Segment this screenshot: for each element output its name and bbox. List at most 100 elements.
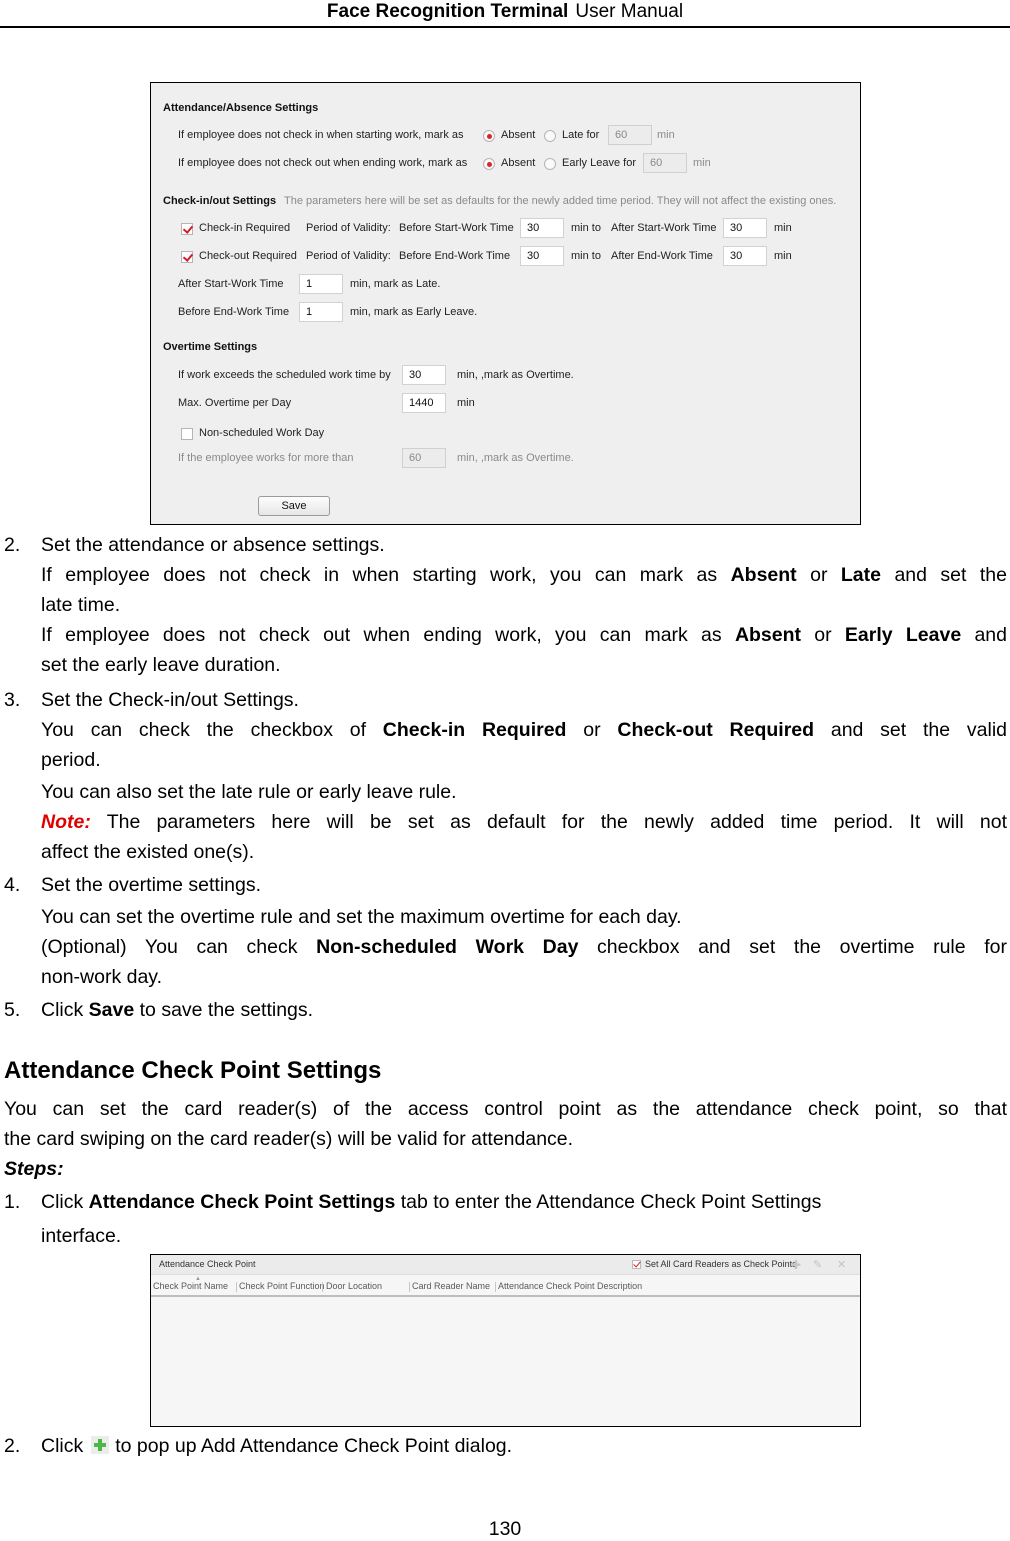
text-run: and set the [881,564,1007,586]
table-body [151,1299,860,1426]
check-out-validity-label: Period of Validity: [306,250,391,262]
before-start-work-label: Before Start-Work Time [399,222,514,234]
checkinout-hint: The parameters here will be set as defau… [284,195,837,207]
check-out-required-label: Check-out Required [199,250,297,262]
check-in-absent-label: Absent [501,129,536,141]
late-for-minutes-input[interactable]: 60 [608,125,652,145]
step-3-para-1: You can check the checkbox of Check-in R… [41,718,1007,742]
set-all-card-readers-label: Set All Card Readers as Check Points [645,1259,797,1269]
check-in-required-bold: Check-in Required [382,719,567,741]
s2-number: 2. [4,1435,21,1457]
before-end-work-input[interactable]: 30 [520,246,564,266]
check-out-early-leave-radio[interactable] [544,158,556,170]
text-run: and set the valid [814,719,1007,741]
step-4-para-2: (Optional) You can check Non-scheduled W… [41,935,1007,959]
column-separator[interactable] [322,1282,323,1292]
step-3-title: Set the Check-in/out Settings. [41,689,299,711]
absent-bold: Absent [730,564,797,586]
text-run: Click [41,999,89,1021]
early-rule-input[interactable]: 1 [299,302,343,322]
check-out-to-label: min to [571,250,601,262]
column-separator[interactable] [236,1282,237,1292]
after-start-work-label: After Start-Work Time [611,222,717,234]
max-overtime-input[interactable]: 1440 [402,393,446,413]
note-label: Note: [41,811,91,833]
text-run: If employee does not check out when endi… [41,624,735,646]
set-all-card-readers-checkbox[interactable] [632,1260,641,1269]
after-end-work-label: After End-Work Time [611,250,713,262]
overtime-section-title: Overtime Settings [163,341,258,353]
non-scheduled-bold: Non-scheduled Work Day [316,936,579,958]
column-separator[interactable] [409,1282,410,1292]
step-5-text: Click Save to save the settings. [41,998,313,1022]
more-than-input[interactable]: 60 [402,448,446,468]
check-in-late-label: Late for [562,129,600,141]
column-header[interactable]: Attendance Check Point Description [498,1281,642,1291]
step-3-number: 3. [4,689,21,711]
tab-name-bold: Attendance Check Point Settings [88,1191,396,1213]
text-run: tab to enter the Attendance Check Point … [395,1191,822,1213]
column-header[interactable]: Door Location [326,1281,382,1291]
section-intro: You can set the card reader(s) of the ac… [4,1098,1007,1120]
text-run: The parameters here will be set as defau… [90,811,1007,833]
section-intro-cont: the card swiping on the card reader(s) w… [4,1128,574,1150]
step-2-number: 2. [4,534,21,556]
edit-icon[interactable]: ✎ [813,1258,822,1272]
step-2-title: Set the attendance or absence settings. [41,534,385,556]
late-rule-input[interactable]: 1 [299,274,343,294]
overtime-exceed-input[interactable]: 30 [402,365,446,385]
step-4-para-2-cont: non-work day. [41,966,163,988]
check-out-absent-radio[interactable] [483,158,495,170]
step-5-number: 5. [4,999,21,1021]
text-run: or [796,564,841,586]
checkinout-section-title: Check-in/out Settings [163,195,277,207]
overtime-exceed-label: If work exceeds the scheduled work time … [178,369,391,381]
check-in-required-checkbox[interactable] [181,223,193,235]
step-3-para-2: You can also set the late rule or early … [41,781,457,803]
column-header[interactable]: Check Point Function [239,1281,325,1291]
column-header[interactable]: Check Point Name [153,1281,228,1291]
after-end-work-input[interactable]: 30 [723,246,767,266]
save-button[interactable]: Save [258,496,330,516]
step-2-para-2-cont: set the early leave duration. [41,654,281,676]
check-out-rule-label: If employee does not check out when endi… [178,157,468,169]
check-in-absent-radio[interactable] [483,130,495,142]
check-out-absent-label: Absent [501,157,536,169]
column-header[interactable]: Card Reader Name [412,1281,490,1291]
late-bold: Late [840,564,881,586]
non-scheduled-work-day-checkbox[interactable] [181,428,193,440]
check-point-titlebar: Attendance Check Point Set All Card Read… [151,1255,860,1275]
check-point-panel-title: Attendance Check Point [159,1259,256,1269]
late-unit-label: min [657,129,675,141]
steps-label: Steps: [4,1158,64,1180]
delete-icon[interactable]: ✕ [837,1258,846,1272]
check-out-required-checkbox[interactable] [181,251,193,263]
absent-bold: Absent [734,624,802,646]
before-start-work-input[interactable]: 30 [520,218,564,238]
max-overtime-label: Max. Overtime per Day [178,397,292,409]
step-3-note-cont: affect the existed one(s). [41,841,255,863]
s1-text: Click Attendance Check Point Settings ta… [41,1190,821,1214]
text-run: Click [41,1191,89,1213]
section-heading: Attendance Check Point Settings [4,1057,382,1084]
add-plus-icon [91,1436,110,1454]
before-end-work-label: Before End-Work Time [399,250,511,262]
check-in-required-label: Check-in Required [199,222,291,234]
text-run: (Optional) You can check [41,936,317,958]
check-out-early-leave-label: Early Leave for [562,157,636,169]
s1-text-cont: interface. [41,1225,122,1247]
late-rule-suffix: min, mark as Late. [350,278,441,290]
early-leave-minutes-input[interactable]: 60 [643,153,687,173]
early-leave-unit-label: min [693,157,711,169]
overtime-exceed-suffix: min, ,mark as Overtime. [457,369,574,381]
save-bold: Save [88,999,135,1021]
text-run: or [566,719,618,741]
column-separator[interactable] [495,1282,496,1292]
check-out-required-bold: Check-out Required [617,719,815,741]
check-in-late-radio[interactable] [544,130,556,142]
attendance-check-point-screenshot: Attendance Check Point Set All Card Read… [150,1254,861,1427]
after-start-work-input[interactable]: 30 [723,218,767,238]
s2-text: Click to pop up Add Attendance Check Poin… [41,1434,512,1458]
check-out-unit-label: min [774,250,792,262]
add-icon[interactable]: ✚ [791,1258,801,1272]
